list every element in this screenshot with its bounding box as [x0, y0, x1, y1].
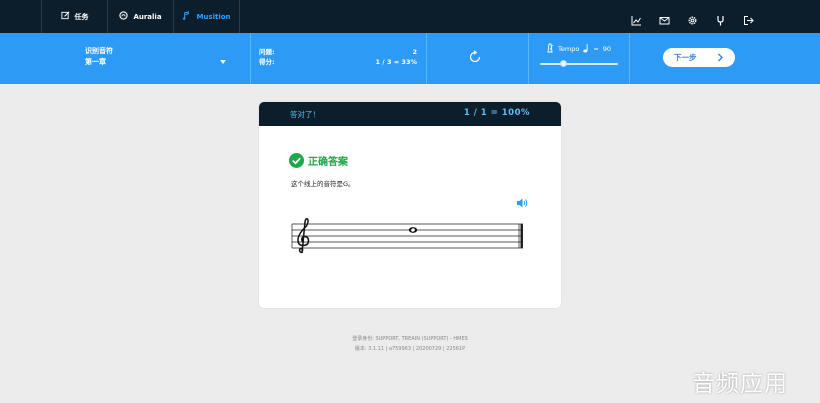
tempo-value: 90 [602, 45, 612, 53]
toolbar-divider [250, 33, 251, 84]
metronome-icon [546, 43, 554, 55]
replay-icon[interactable] [467, 49, 483, 65]
result-heading: 正确答案 [289, 153, 348, 168]
watermark-text: 音频应用 [692, 371, 788, 397]
score-label: 得分: [259, 58, 275, 66]
next-button-label: 下一步 [674, 53, 697, 62]
result-card: 答对了！ 1 / 1 = 100% 正确答案 这个线上的音符是G。 [259, 102, 561, 308]
next-button[interactable]: 下一步 [663, 48, 735, 67]
version-info: 版本: 3.1.11 | a759963 | 20200729 | 22561P [354, 346, 466, 352]
tempo-slider-handle[interactable] [559, 60, 567, 67]
tab-tasks-label: 任务 [74, 12, 89, 21]
tempo-equals: = [593, 45, 599, 53]
tempo-slider[interactable] [540, 63, 618, 65]
tuning-fork-icon[interactable] [715, 11, 726, 26]
result-card-header: 答对了！ 1 / 1 = 100% [259, 102, 561, 126]
top-navbar: 任务 Auralia Musition [0, 0, 820, 33]
tab-tasks[interactable]: 任务 [41, 0, 107, 33]
lesson-chapter: 第一章 [85, 58, 106, 66]
result-title: 正确答案 [308, 157, 348, 168]
check-circle-icon [289, 153, 304, 168]
mail-icon[interactable] [659, 11, 670, 25]
toolbar-divider [426, 33, 427, 84]
music-staff [291, 218, 523, 254]
tab-musition[interactable]: Musition [173, 0, 239, 33]
whole-note-g [408, 227, 418, 233]
answer-status: 答对了！ [290, 110, 320, 119]
toolbar-divider [528, 33, 529, 84]
final-barline [520, 224, 523, 248]
score-value: 1 / 3 = 33% [375, 58, 417, 66]
answer-score: 1 / 1 = 100% [463, 108, 530, 118]
tempo-control: Tempo = 90 [546, 43, 611, 55]
musition-logo-icon [182, 11, 191, 22]
auralia-logo-icon [119, 11, 129, 22]
edit-icon [60, 11, 70, 22]
chart-icon[interactable] [631, 11, 642, 26]
page-footer: 登录身份: SUPPORT, TREAIN (SUPPORT) - HMES 版… [0, 334, 820, 354]
settings-icon[interactable] [687, 11, 698, 25]
tab-auralia-label: Auralia [133, 12, 162, 21]
lesson-selector[interactable]: 识别音符 第一章 [85, 46, 113, 68]
chevron-right-icon [716, 53, 724, 62]
quarter-note-icon [583, 43, 589, 55]
speaker-icon[interactable] [515, 195, 529, 209]
chevron-down-icon[interactable] [220, 60, 226, 64]
questions-value: 2 [412, 48, 417, 56]
login-info: 登录身份: SUPPORT, TREAIN (SUPPORT) - HMES [352, 336, 468, 342]
result-explanation: 这个线上的音符是G。 [291, 180, 355, 188]
tab-auralia[interactable]: Auralia [107, 0, 173, 33]
tab-musition-label: Musition [196, 12, 231, 21]
nav-divider [239, 0, 240, 33]
lesson-title: 识别音符 [85, 47, 113, 55]
tempo-label: Tempo [558, 45, 580, 53]
logout-icon[interactable] [743, 11, 754, 25]
toolbar-divider [629, 33, 630, 84]
questions-label: 问题: [259, 48, 275, 56]
score-panel: 问题: 2 得分: 1 / 3 = 33% [259, 47, 417, 67]
